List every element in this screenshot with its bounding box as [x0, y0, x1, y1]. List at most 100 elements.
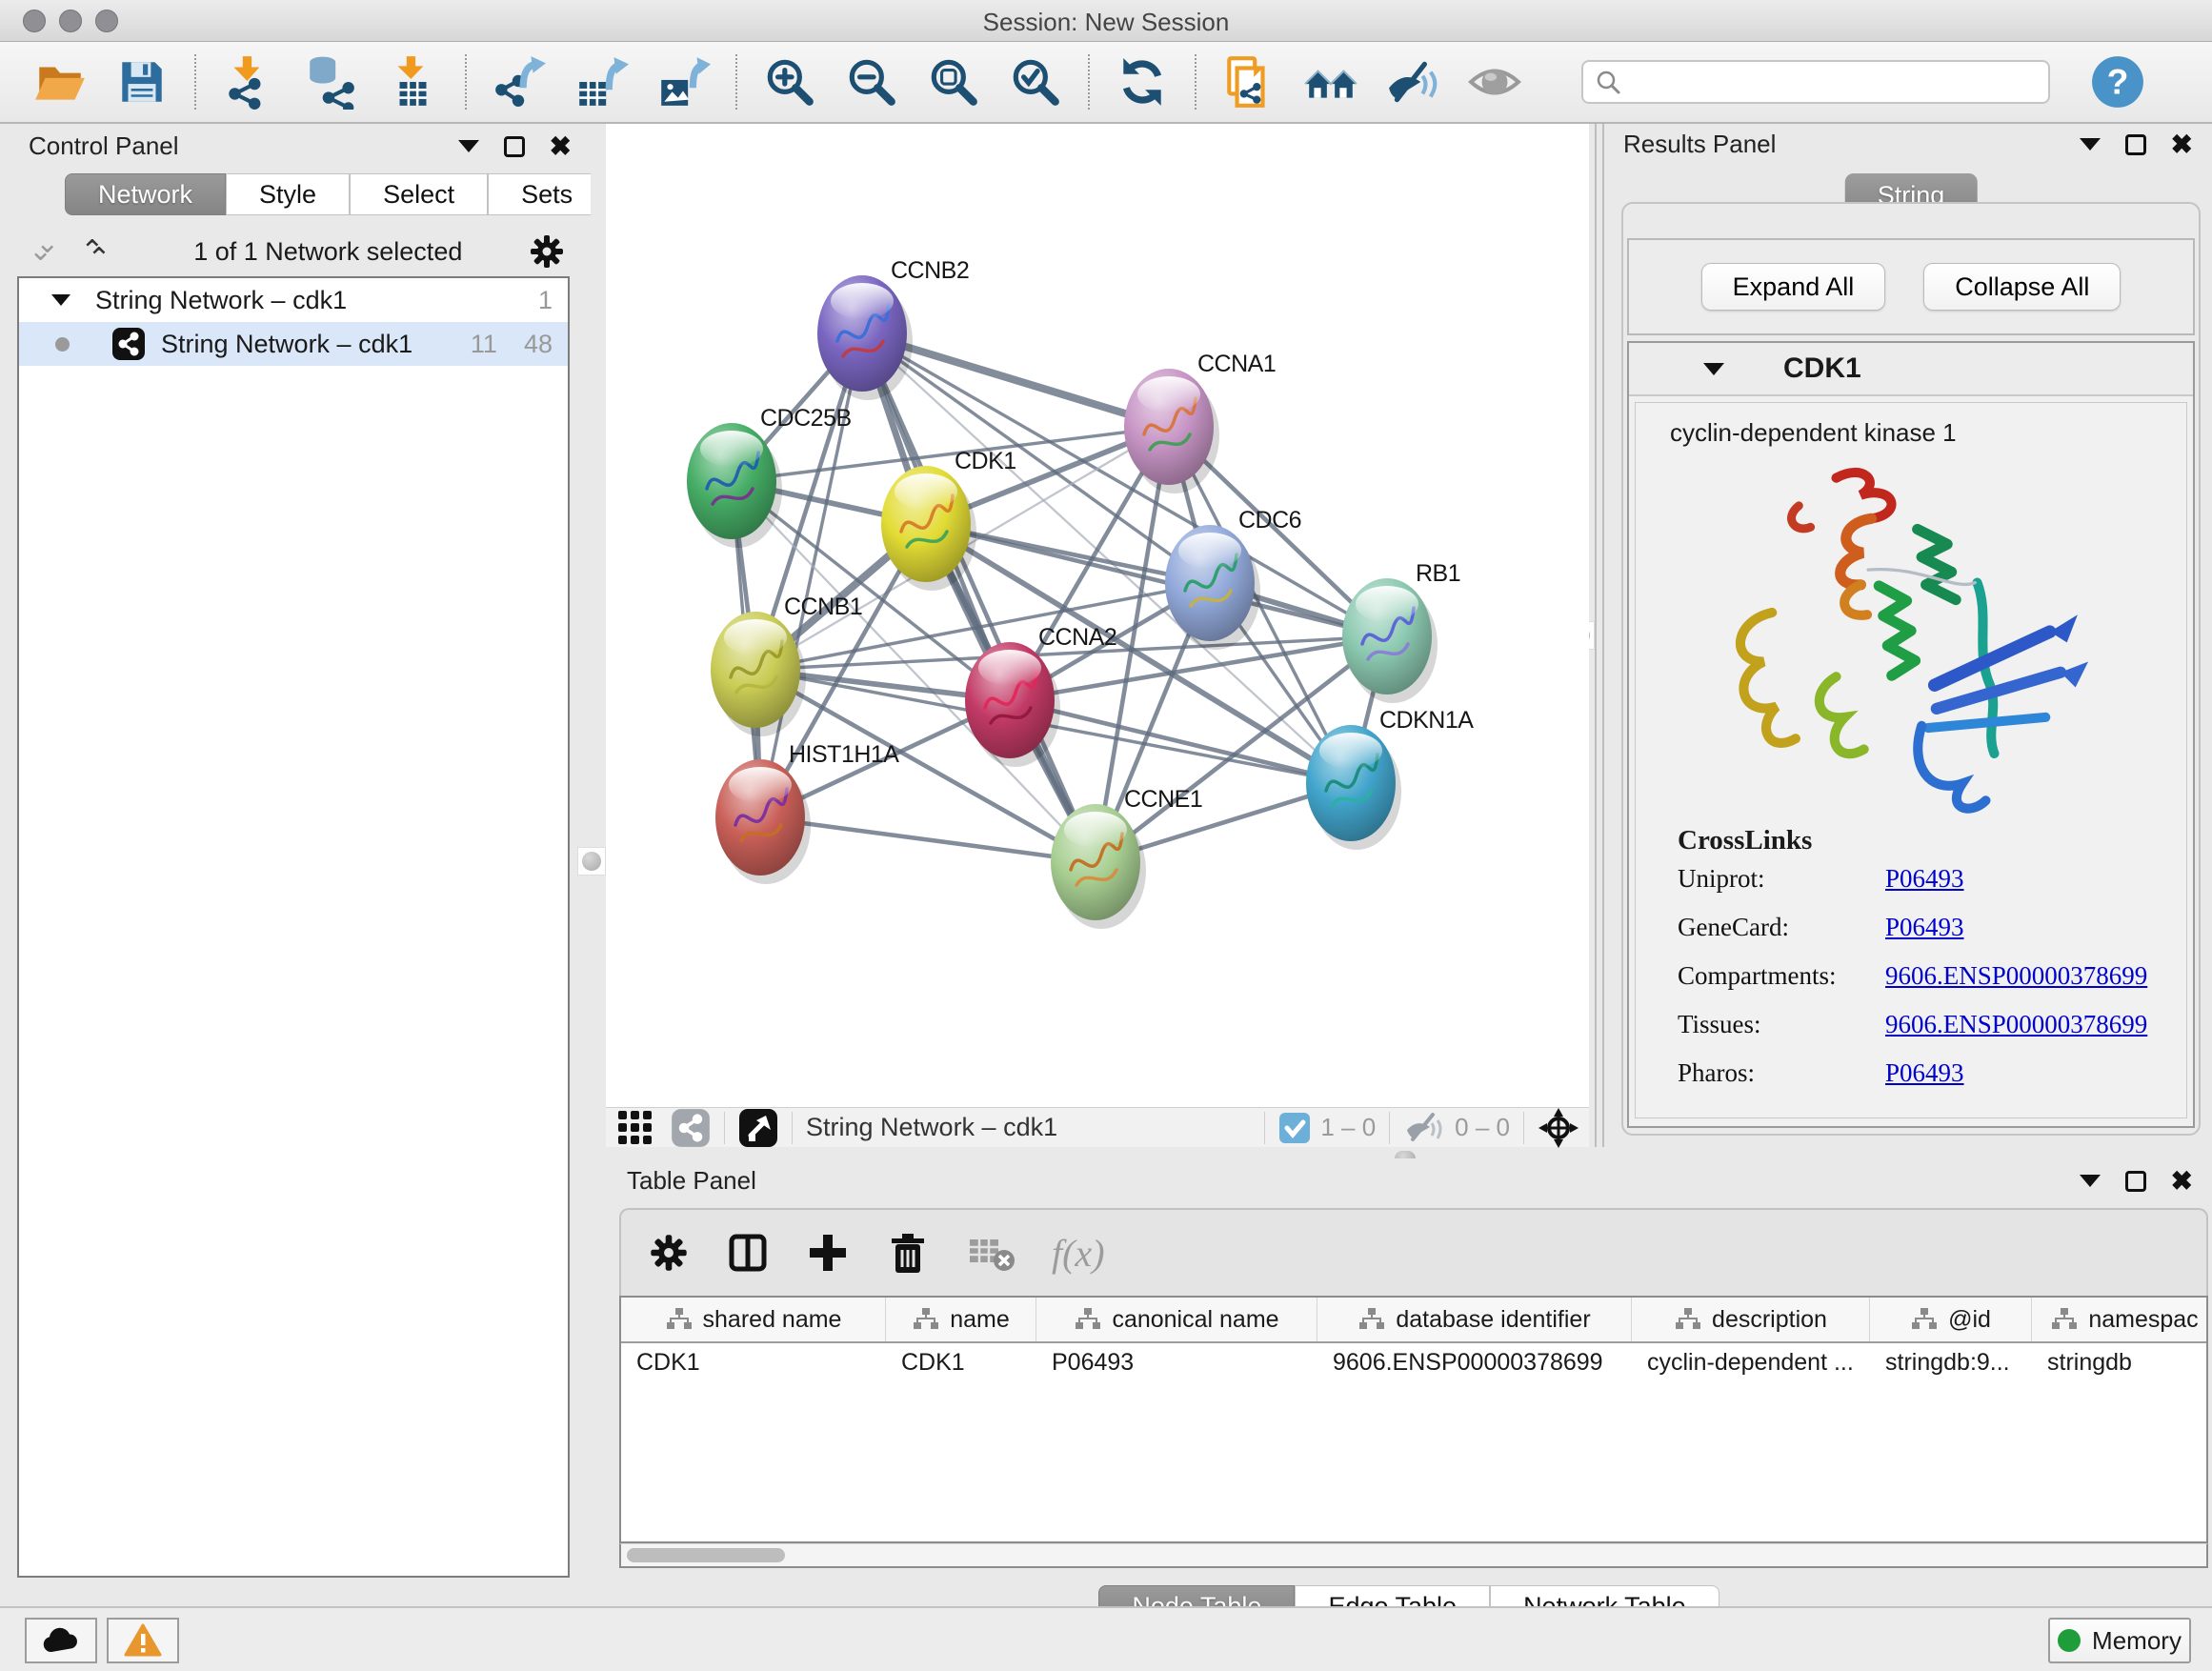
delete-table-icon[interactable] [966, 1232, 1016, 1274]
open-session-icon[interactable] [32, 54, 88, 110]
network-options-gear-icon[interactable] [528, 232, 566, 271]
crosslink-link[interactable]: 9606.ENSP00000378699 [1885, 1010, 2147, 1039]
column-header-label: description [1712, 1306, 1827, 1334]
control-panel-float-icon[interactable] [504, 136, 525, 157]
table-panel: Table Panel ✖ f(x) shared namenamecanoni… [606, 1158, 2212, 1606]
import-network-database-icon[interactable] [303, 54, 358, 110]
expand-all-button[interactable]: Expand All [1701, 263, 1886, 311]
grid-view-icon[interactable] [615, 1108, 655, 1148]
network-node-HIST1H1A[interactable]: HIST1H1A [715, 741, 899, 884]
results-panel-menu-icon[interactable] [2080, 138, 2101, 151]
tab-select[interactable]: Select [350, 173, 488, 215]
search-input[interactable] [1631, 69, 2037, 95]
column-header-label: canonical name [1112, 1306, 1278, 1334]
tab-style[interactable]: Style [226, 173, 350, 215]
control-panel-close-icon[interactable]: ✖ [550, 136, 572, 157]
table-panel-close-icon[interactable]: ✖ [2171, 1171, 2193, 1192]
fit-selected-crosshair-icon[interactable] [1538, 1107, 1579, 1149]
control-panel-menu-icon[interactable] [458, 140, 479, 152]
birds-eye-view-icon[interactable] [738, 1108, 778, 1148]
column-header-shared-name[interactable]: shared name [621, 1298, 886, 1341]
network-node-CDC6[interactable]: CDC6 [1165, 507, 1301, 650]
zoom-selected-icon[interactable] [1008, 54, 1063, 110]
table-cell[interactable]: CDK1 [886, 1343, 1036, 1387]
show-columns-icon[interactable] [726, 1231, 770, 1275]
column-type-icon [1674, 1307, 1702, 1332]
cloud-button[interactable] [25, 1618, 97, 1663]
import-network-icon[interactable] [221, 54, 276, 110]
table-cell[interactable]: cyclin-dependent ... [1632, 1343, 1870, 1387]
network-node-CCNA1[interactable]: CCNA1 [1124, 351, 1276, 493]
control-panel-tabs: NetworkStyleSelectSets [65, 173, 606, 215]
expand-all-networks-icon[interactable]: ⌃⌃ [80, 237, 128, 266]
network-node-CCNB2[interactable]: CCNB2 [817, 257, 969, 400]
add-row-icon[interactable] [806, 1231, 850, 1275]
table-cell[interactable]: 9606.ENSP00000378699 [1317, 1343, 1632, 1387]
zoom-in-icon[interactable] [762, 54, 817, 110]
refresh-icon[interactable] [1115, 54, 1170, 110]
network-share-icon[interactable] [671, 1108, 711, 1148]
crosslink-link[interactable]: P06493 [1885, 864, 1964, 894]
table-row[interactable]: CDK1CDK1P064939606.ENSP00000378699cyclin… [621, 1343, 2206, 1387]
collection-expand-icon[interactable] [51, 294, 70, 306]
tab-network[interactable]: Network [65, 173, 226, 215]
network-collection-row[interactable]: String Network – cdk1 1 [19, 278, 568, 322]
save-session-icon[interactable] [114, 54, 170, 110]
network-node-CDKN1A[interactable]: CDKN1A [1306, 707, 1474, 850]
selected-checkbox-icon[interactable] [1278, 1112, 1311, 1144]
table-cell[interactable]: stringdb:9... [1870, 1343, 2032, 1387]
table-cell[interactable]: P06493 [1036, 1343, 1317, 1387]
gene-accordion-header[interactable]: CDK1 [1629, 343, 2193, 396]
column-header-namespac[interactable]: namespac [2032, 1298, 2208, 1341]
show-all-icon[interactable] [1467, 54, 1522, 110]
search-field[interactable] [1581, 60, 2050, 104]
left-splitter-handle[interactable] [577, 847, 606, 876]
network-node-count: 11 [471, 330, 497, 359]
network-node-CDC25B[interactable]: CDC25B [687, 405, 852, 548]
zoom-out-icon[interactable] [844, 54, 899, 110]
column-header-description[interactable]: description [1632, 1298, 1870, 1341]
table-cell[interactable]: CDK1 [621, 1343, 886, 1387]
right-splitter[interactable] [1595, 124, 1604, 1147]
table-horizontal-scrollbar[interactable] [619, 1543, 2208, 1568]
export-table-icon[interactable] [573, 54, 629, 110]
results-panel-title: Results Panel [1623, 130, 1776, 159]
export-network-icon[interactable] [492, 54, 547, 110]
export-image-icon[interactable] [655, 54, 711, 110]
table-settings-gear-icon[interactable] [648, 1232, 690, 1274]
collapse-all-networks-icon[interactable]: ⌄⌄ [29, 237, 76, 266]
results-panel-close-icon[interactable]: ✖ [2171, 134, 2193, 155]
crosslink-link[interactable]: P06493 [1885, 913, 1964, 942]
tab-sets[interactable]: Sets [488, 173, 606, 215]
crosslink-link[interactable]: 9606.ENSP00000378699 [1885, 961, 2147, 991]
results-panel-float-icon[interactable] [2125, 134, 2146, 155]
network-node-RB1[interactable]: RB1 [1342, 560, 1460, 703]
column-type-icon [1357, 1307, 1386, 1332]
network-canvas[interactable]: CCNB2CCNA1CDC25BCDK1CDC6RB1CCNB1CCNA2CDK… [606, 124, 1589, 1107]
table-panel-menu-icon[interactable] [2080, 1175, 2101, 1187]
delete-row-trash-icon[interactable] [886, 1231, 930, 1275]
first-neighbors-icon[interactable] [1303, 54, 1358, 110]
crosslink-link[interactable]: P06493 [1885, 1058, 1964, 1088]
network-row[interactable]: String Network – cdk1 11 48 [19, 322, 568, 366]
network-edge[interactable] [862, 333, 1096, 862]
column-header--id[interactable]: @id [1870, 1298, 2032, 1341]
copy-network-icon[interactable] [1221, 54, 1277, 110]
column-header-database-identifier[interactable]: database identifier [1317, 1298, 1632, 1341]
scrollbar-thumb[interactable] [627, 1548, 785, 1562]
import-table-icon[interactable] [385, 54, 440, 110]
function-builder-icon[interactable]: f(x) [1052, 1231, 1105, 1276]
network-tree: String Network – cdk1 1 String Network –… [17, 276, 570, 1578]
memory-button[interactable]: Memory [2048, 1618, 2191, 1663]
column-header-name[interactable]: name [886, 1298, 1036, 1341]
zoom-fit-icon[interactable] [926, 54, 981, 110]
network-edge[interactable] [926, 524, 1387, 636]
table-panel-float-icon[interactable] [2125, 1171, 2146, 1192]
warnings-button[interactable] [107, 1618, 179, 1663]
column-header-canonical-name[interactable]: canonical name [1036, 1298, 1317, 1341]
collapse-all-button[interactable]: Collapse All [1923, 263, 2121, 311]
gene-collapse-icon[interactable] [1703, 363, 1724, 375]
table-cell[interactable]: stringdb [2032, 1343, 2208, 1387]
help-icon[interactable]: ? [2090, 54, 2145, 110]
hide-selected-icon[interactable] [1385, 54, 1440, 110]
